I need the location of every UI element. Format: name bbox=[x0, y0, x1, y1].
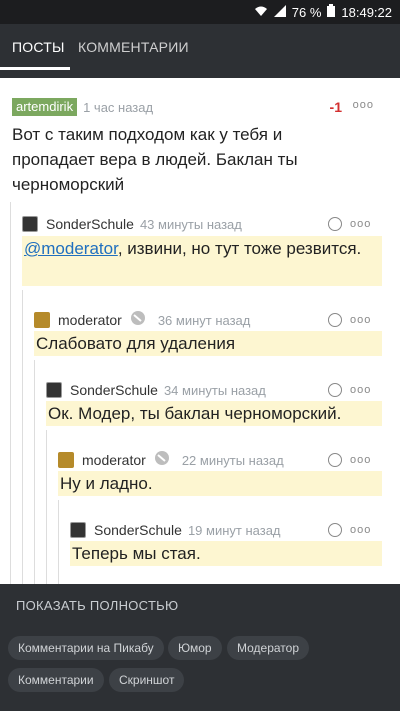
comment-header: artemdirik 1 час назад bbox=[12, 98, 153, 116]
avatar[interactable] bbox=[58, 452, 74, 468]
comment-time: 43 минуты назад bbox=[139, 216, 242, 232]
avatar[interactable] bbox=[70, 522, 86, 538]
battery-percent: 76 % bbox=[291, 4, 322, 20]
status-right: 76 % 18:49:22 bbox=[254, 4, 392, 20]
comment-text: @moderator, извини, но тут тоже резвится… bbox=[22, 236, 382, 286]
avatar[interactable] bbox=[34, 312, 50, 328]
thread-line bbox=[10, 202, 11, 584]
comment-rating: -1 bbox=[329, 99, 342, 115]
tab-bar: ПОСТЫ КОММЕНТАРИИ bbox=[0, 24, 400, 70]
status-bar: 76 % 18:49:22 bbox=[0, 0, 400, 24]
active-tab-indicator bbox=[0, 67, 70, 70]
comment-text: Ок. Модер, ты баклан черноморский. bbox=[46, 401, 382, 426]
tab-posts[interactable]: ПОСТЫ bbox=[12, 24, 65, 70]
clock-icon[interactable] bbox=[328, 523, 342, 537]
comment-thread: artemdirik 1 час назад -1 ooo Вот с таки… bbox=[0, 78, 400, 584]
more-options-icon[interactable]: ooo bbox=[350, 454, 371, 466]
comment-header: moderator 22 минуты назад bbox=[58, 450, 284, 470]
battery-icon bbox=[327, 4, 336, 20]
comment-time: 1 час назад bbox=[83, 99, 154, 115]
wifi-icon bbox=[254, 5, 268, 20]
clock-icon[interactable] bbox=[328, 217, 342, 231]
thread-line bbox=[58, 500, 59, 584]
comment-time: 19 минут назад bbox=[187, 522, 281, 538]
thread-line bbox=[22, 290, 23, 584]
comment-header: SonderSchule 34 минуты назад bbox=[46, 380, 266, 400]
clock-icon[interactable] bbox=[328, 383, 342, 397]
author-name[interactable]: SonderSchule bbox=[70, 382, 158, 398]
comment-text-rest: , извини, но тут тоже резвится. bbox=[117, 239, 362, 258]
tag-chip[interactable]: Модератор bbox=[227, 636, 310, 660]
author-name[interactable]: SonderSchule bbox=[46, 216, 134, 232]
thread-line bbox=[34, 360, 35, 584]
clock-time: 18:49:22 bbox=[341, 4, 392, 20]
comment-time: 22 минуты назад bbox=[181, 452, 284, 468]
mention-link[interactable]: @moderator bbox=[24, 239, 118, 258]
more-options-icon[interactable]: ooo bbox=[350, 524, 371, 536]
tag-chip[interactable]: Комментарии bbox=[8, 668, 104, 692]
moderator-badge-icon bbox=[130, 310, 146, 331]
show-all-button[interactable]: ПОКАЗАТЬ ПОЛНОСТЬЮ bbox=[16, 598, 178, 613]
comment-text: Теперь мы стая. bbox=[70, 541, 382, 566]
avatar[interactable] bbox=[46, 382, 62, 398]
tag-chip[interactable]: Комментарии на Пикабу bbox=[8, 636, 164, 660]
tag-chip[interactable]: Скриншот bbox=[109, 668, 185, 692]
moderator-badge-icon bbox=[154, 450, 170, 471]
thread-line bbox=[46, 430, 47, 584]
comment-time: 34 минуты назад bbox=[163, 382, 266, 398]
post-footer: ПОКАЗАТЬ ПОЛНОСТЬЮ Комментарии на Пикабу… bbox=[0, 584, 400, 711]
more-options-icon[interactable]: ooo bbox=[350, 218, 371, 230]
tab-comments[interactable]: КОММЕНТАРИИ bbox=[78, 24, 189, 70]
clock-icon[interactable] bbox=[328, 453, 342, 467]
comment-header: SonderSchule 43 минуты назад bbox=[22, 214, 242, 234]
comment-text: Ну и ладно. bbox=[58, 471, 382, 496]
comment-header: SonderSchule 19 минут назад bbox=[70, 520, 281, 540]
more-options-icon[interactable]: ooo bbox=[350, 384, 371, 396]
author-name[interactable]: moderator bbox=[82, 452, 146, 468]
comment-time: 36 минут назад bbox=[157, 312, 251, 328]
comment-header: moderator 36 минут назад bbox=[34, 310, 250, 330]
tag-chip[interactable]: Юмор bbox=[168, 636, 222, 660]
clock-icon[interactable] bbox=[328, 313, 342, 327]
comment-text: Вот с таким подходом как у тебя и пропад… bbox=[12, 125, 298, 194]
more-options-icon[interactable]: ooo bbox=[350, 314, 371, 326]
author-name[interactable]: artemdirik bbox=[12, 98, 78, 116]
avatar[interactable] bbox=[22, 216, 38, 232]
author-name[interactable]: moderator bbox=[58, 312, 122, 328]
comment-text: Слабовато для удаления bbox=[34, 331, 382, 356]
more-options-icon[interactable]: ooo bbox=[353, 99, 374, 111]
author-name[interactable]: SonderSchule bbox=[94, 522, 182, 538]
signal-icon bbox=[273, 4, 286, 20]
